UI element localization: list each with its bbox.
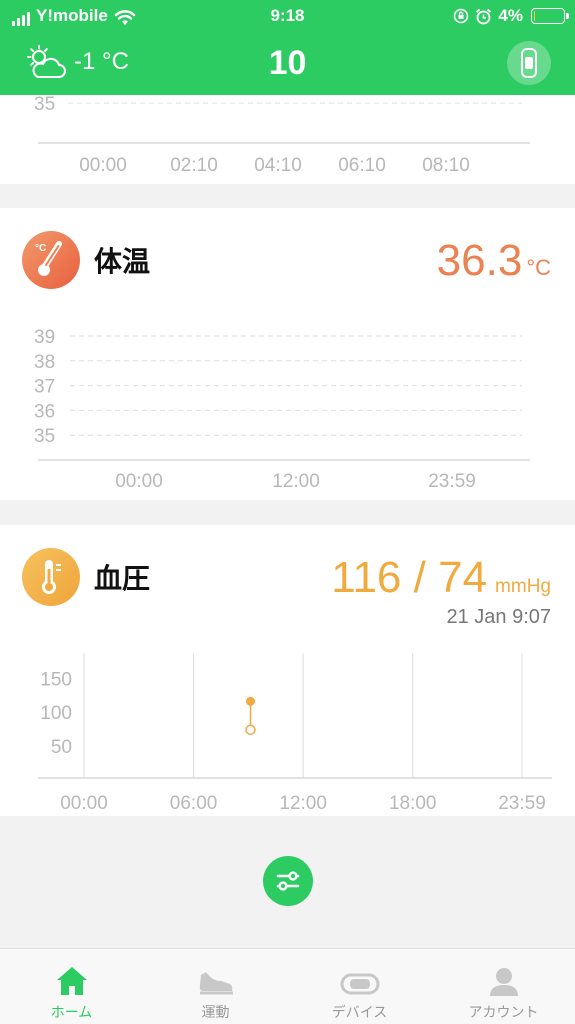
temperature-unit: °C — [526, 255, 551, 280]
x-tick-label: 12:00 — [272, 471, 320, 492]
bp-measured-time: 21 Jan 9:07 — [446, 606, 551, 628]
tab-home[interactable]: ホーム — [0, 949, 143, 1024]
y-tick-label: 35 — [34, 426, 55, 447]
top-chart-card: 35 00:00 02:10 04:10 06:10 08:10 — [0, 95, 575, 184]
x-tick-label: 00:00 — [79, 155, 127, 176]
y-tick-label: 50 — [51, 737, 72, 758]
x-tick-label: 02:10 — [170, 155, 218, 176]
home-icon — [56, 967, 87, 995]
device-button[interactable] — [507, 41, 551, 85]
temperature-number: 36.3 — [436, 236, 523, 285]
x-tick-label: 04:10 — [254, 155, 302, 176]
status-right: 4% — [453, 6, 569, 26]
svg-text:°C: °C — [35, 243, 46, 254]
band-icon — [340, 973, 379, 995]
temperature-value: 36.3 °C — [437, 236, 551, 286]
temperature-title: 体温 — [94, 246, 151, 277]
x-tick-label: 23:59 — [498, 793, 546, 813]
thermometer-icon — [22, 548, 80, 606]
tab-account[interactable]: アカウント — [432, 949, 575, 1024]
y-tick-label: 38 — [34, 352, 55, 373]
tab-exercise-label: 運動 — [201, 1004, 230, 1020]
tab-bar: ホーム 運動 デバイス アカウント — [0, 948, 575, 1024]
y-tick-label: 39 — [34, 327, 55, 348]
tab-device[interactable]: デバイス — [288, 949, 431, 1024]
bp-unit: mmHg — [495, 576, 551, 597]
y-tick-label: 36 — [34, 401, 55, 422]
date-number[interactable]: 10 — [0, 44, 575, 83]
y-tick-label: 37 — [34, 377, 55, 398]
x-tick-label: 18:00 — [389, 793, 437, 813]
tab-account-label: アカウント — [468, 1004, 539, 1020]
y-tick-label: 35 — [34, 95, 55, 115]
blood-pressure-value: 116 / 74 mmHg — [331, 553, 551, 603]
diastolic-point — [245, 724, 256, 736]
battery-icon — [531, 8, 569, 24]
x-tick-label: 23:59 — [428, 471, 476, 492]
tab-device-label: デバイス — [331, 1004, 388, 1020]
sliders-icon — [276, 871, 300, 891]
x-tick-label: 06:10 — [338, 155, 386, 176]
x-tick-label: 08:10 — [422, 155, 470, 176]
tab-home-label: ホーム — [50, 1004, 93, 1020]
blood-pressure-title: 血圧 — [94, 563, 151, 594]
battery-percent: 4% — [498, 6, 523, 25]
shoe-icon — [199, 972, 233, 995]
y-tick-label: 150 — [40, 669, 72, 690]
band-icon — [521, 48, 537, 78]
x-tick-label: 06:00 — [170, 793, 218, 813]
x-tick-label: 00:00 — [115, 471, 163, 492]
systolic-value: 116 — [331, 553, 402, 602]
diastolic-value: 74 — [438, 553, 488, 602]
temperature-title-row: °C 体温 — [22, 231, 150, 289]
chart-settings-button[interactable] — [263, 856, 313, 906]
blood-pressure-chart: 150 100 50 00:00 06:00 12:00 18:00 23:59 — [38, 653, 552, 813]
tab-exercise[interactable]: 運動 — [144, 949, 287, 1024]
thermometer-icon: °C — [22, 231, 80, 289]
bp-separator: / — [413, 553, 426, 602]
user-icon — [489, 968, 518, 996]
status-bar: Y!mobile 9:18 4% — [0, 0, 575, 32]
top-chart: 35 00:00 02:10 04:10 06:10 08:10 — [34, 95, 530, 176]
alarm-icon — [476, 8, 492, 24]
systolic-point — [245, 696, 255, 706]
orientation-lock-icon — [454, 8, 469, 24]
x-tick-label: 12:00 — [279, 793, 327, 813]
x-tick-label: 00:00 — [60, 793, 108, 813]
temperature-chart: 39 38 37 36 35 00:00 12:00 23:59 — [34, 327, 530, 492]
y-tick-label: 100 — [40, 703, 72, 724]
app-header: Y!mobile 9:18 4% -1 °C 10 — [0, 0, 575, 95]
blood-pressure-title-row: 血圧 — [22, 548, 150, 606]
